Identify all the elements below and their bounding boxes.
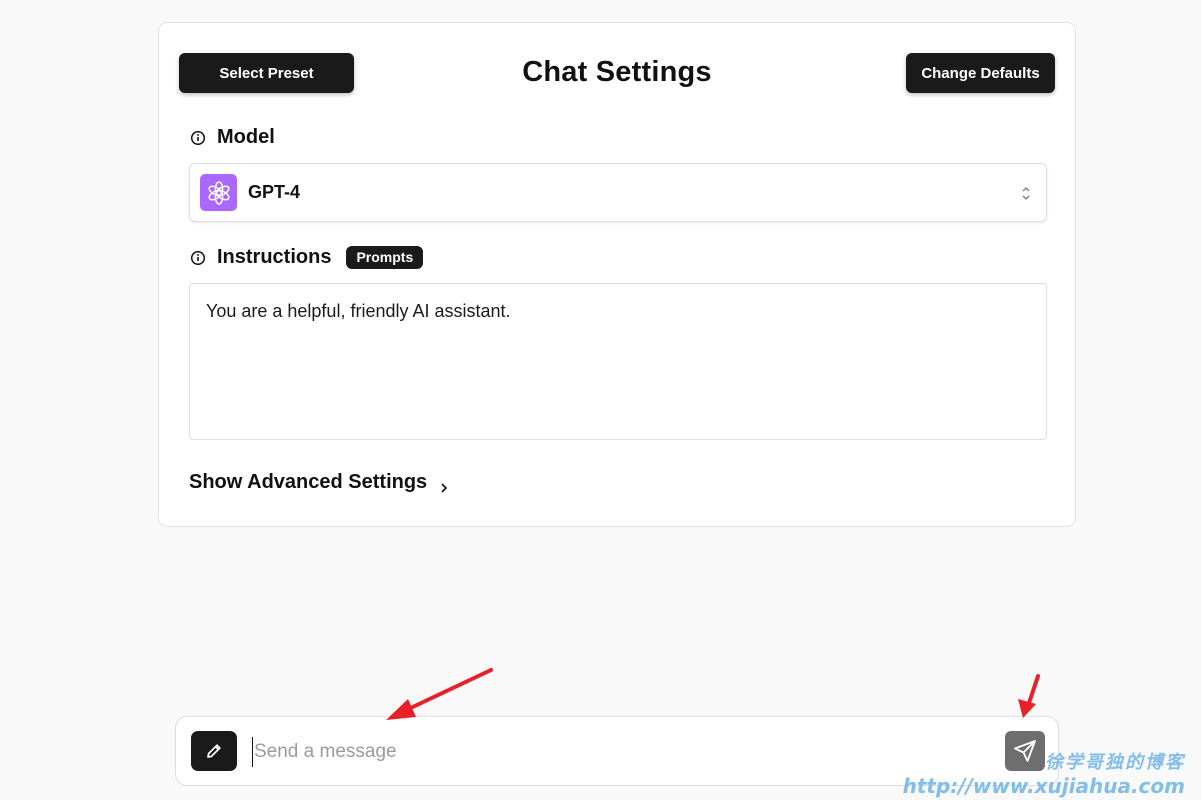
chevron-right-icon	[439, 477, 449, 493]
model-heading: Model	[190, 126, 275, 149]
instructions-textarea[interactable]: You are a helpful, friendly AI assistant…	[189, 283, 1047, 440]
info-icon[interactable]	[190, 130, 206, 146]
instructions-label: Instructions	[217, 246, 332, 268]
pencil-icon	[204, 741, 224, 761]
change-defaults-button[interactable]: Change Defaults	[906, 53, 1055, 93]
prompts-badge[interactable]: Prompts	[346, 246, 424, 269]
watermark: 徐学哥独的博客 http://www.xujiahua.com	[903, 748, 1185, 798]
watermark-title: 徐学哥独的博客	[1045, 752, 1185, 773]
info-icon[interactable]	[190, 250, 206, 266]
model-select[interactable]: GPT-4	[189, 163, 1047, 222]
chat-settings-panel: Select Preset Chat Settings Change Defau…	[158, 22, 1076, 527]
advanced-settings-label: Show Advanced Settings	[189, 471, 428, 493]
annotation-arrow-to-send	[1018, 674, 1040, 718]
message-input[interactable]	[252, 737, 974, 767]
selected-model: GPT-4	[248, 182, 301, 202]
chevron-up-down-icon	[1020, 185, 1032, 202]
openai-logo-icon	[200, 174, 237, 211]
instructions-heading: Instructions Prompts	[190, 246, 424, 269]
annotation-arrow-to-input	[386, 668, 493, 720]
edit-settings-button[interactable]	[191, 731, 237, 771]
model-label: Model	[217, 126, 275, 148]
watermark-url: http://www.xujiahua.com	[902, 774, 1185, 798]
show-advanced-settings-toggle[interactable]: Show Advanced Settings	[189, 471, 449, 494]
